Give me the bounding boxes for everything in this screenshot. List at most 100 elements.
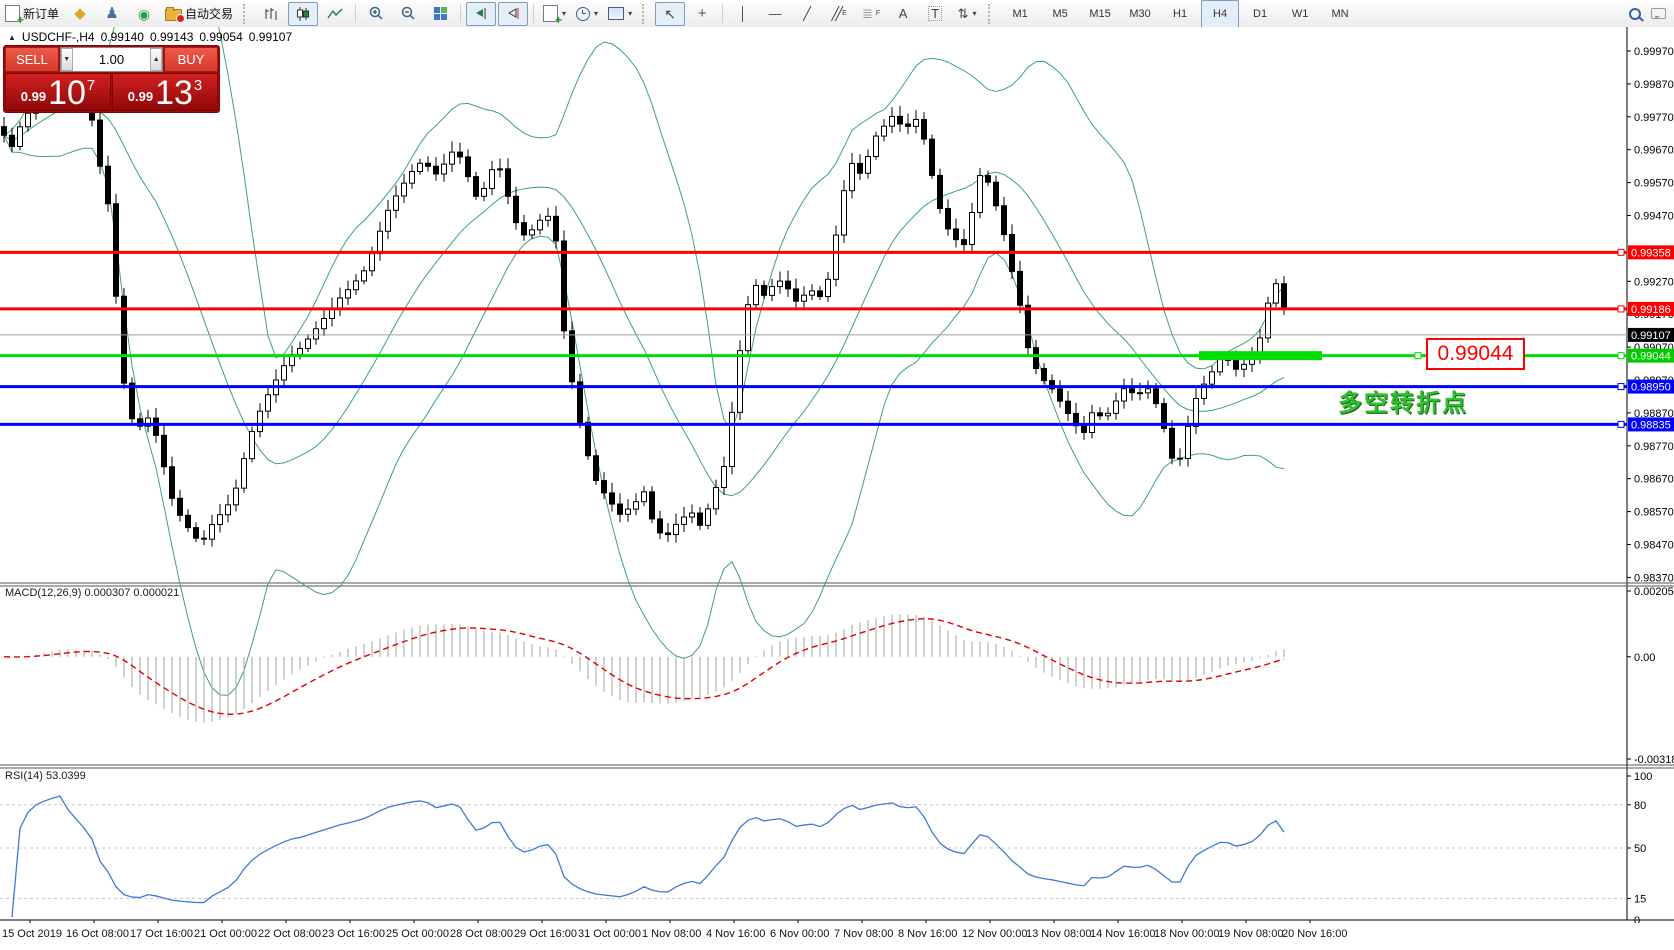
text-button[interactable]: A — [888, 2, 918, 26]
metaeditor-button[interactable]: ◆ — [65, 2, 95, 26]
bar-chart-button[interactable] — [256, 2, 286, 26]
collapse-panel-icon[interactable]: ▲ — [8, 33, 16, 42]
time-label: 4 Nov 16:00 — [706, 928, 765, 940]
macd-label: MACD(12,26,9) 0.000307 0.000021 — [5, 587, 179, 599]
timeframe-m5-button[interactable]: M5 — [1041, 0, 1079, 28]
template-icon — [608, 7, 624, 20]
time-axis: 15 Oct 201916 Oct 08:0017 Oct 16:0021 Oc… — [0, 926, 1674, 944]
new-chart-icon: + — [543, 5, 558, 22]
horizontal-line-button[interactable]: — — [760, 2, 790, 26]
templates-button[interactable]: ▾ — [604, 2, 636, 26]
symbol-label: USDCHF-,H4 — [22, 30, 95, 44]
autotrading-button[interactable]: 自动交易 — [161, 2, 237, 26]
auto-scroll-button[interactable] — [466, 2, 496, 26]
rsi-axis-tick: 80 — [1634, 800, 1646, 812]
ohlc-close: 0.99107 — [249, 30, 292, 44]
volume-up-button[interactable]: ▲ — [150, 48, 162, 71]
volume-input[interactable] — [73, 48, 151, 71]
sell-price-base: 0.99 — [21, 89, 46, 104]
rsi-axis-tick: 0 — [1634, 915, 1640, 923]
chart-shift-button[interactable] — [498, 2, 528, 26]
timeframe-m1-button[interactable]: M1 — [1001, 0, 1039, 28]
price-axis-tag: 0.99358 — [1631, 247, 1671, 259]
trendline-icon: ╱ — [803, 7, 811, 20]
line-chart-icon — [327, 7, 343, 21]
price-axis-tick: 0.98570 — [1634, 507, 1674, 519]
fibonacci-icon: ≣ — [862, 7, 873, 20]
chart-plot[interactable]: 0.999700.998700.997700.996700.995700.994… — [0, 27, 1674, 923]
periods-button[interactable]: ▾ — [572, 2, 602, 26]
time-label: 20 Nov 16:00 — [1282, 928, 1347, 940]
time-label: 6 Nov 00:00 — [770, 928, 829, 940]
diamond-icon: ◆ — [74, 6, 86, 21]
time-label: 31 Oct 00:00 — [578, 928, 641, 940]
line-chart-button[interactable] — [320, 2, 350, 26]
zoom-in-icon — [368, 6, 385, 21]
toolbar-separator — [722, 4, 723, 23]
timeframe-m15-button[interactable]: M15 — [1081, 0, 1119, 28]
search-icon[interactable] — [1629, 8, 1641, 20]
text-label-button[interactable]: T — [920, 2, 950, 26]
time-label: 17 Oct 16:00 — [130, 928, 193, 940]
timeframe-m30-button[interactable]: M30 — [1121, 0, 1159, 28]
candlestick-chart-button[interactable] — [288, 2, 318, 26]
fibonacci-button[interactable]: ≣F — [856, 2, 886, 26]
rsi-axis-tick: 15 — [1634, 893, 1646, 905]
price-axis-tag: 0.98835 — [1631, 419, 1671, 431]
candlestick-icon — [295, 7, 311, 21]
time-label: 22 Oct 08:00 — [258, 928, 321, 940]
price-annotation-box[interactable]: 0.99044 — [1426, 338, 1525, 370]
buy-price-big: 13 — [155, 78, 193, 108]
trendline-button[interactable]: ╱ — [792, 2, 822, 26]
timeframe-d1-button[interactable]: D1 — [1241, 0, 1279, 28]
channel-icon: ╱╱ — [831, 7, 839, 20]
timeframe-w1-button[interactable]: W1 — [1281, 0, 1319, 28]
time-label: 8 Nov 16:00 — [898, 928, 957, 940]
time-label: 13 Nov 08:00 — [1026, 928, 1091, 940]
time-label: 18 Nov 00:00 — [1154, 928, 1219, 940]
volume-down-button[interactable]: ▼ — [61, 48, 73, 71]
timeframe-h4-button[interactable]: H4 — [1201, 0, 1239, 28]
vertical-line-button[interactable]: │ — [728, 2, 758, 26]
buy-button[interactable]: BUY — [164, 47, 218, 72]
signals-button[interactable]: ◉ — [129, 2, 159, 26]
timeframe-h1-button[interactable]: H1 — [1161, 0, 1199, 28]
sell-button[interactable]: SELL — [5, 47, 59, 72]
clock-icon — [576, 7, 590, 21]
time-label: 28 Oct 08:00 — [450, 928, 513, 940]
chat-icon[interactable] — [1651, 8, 1666, 19]
arrows-button[interactable]: ⇅▾ — [952, 2, 982, 26]
buy-price-pip: 3 — [194, 77, 202, 94]
profiles-button[interactable]: ♟ — [97, 2, 127, 26]
zoom-in-button[interactable] — [361, 2, 391, 26]
toolbar-separator — [355, 4, 356, 23]
price-axis-tick: 0.98370 — [1634, 572, 1674, 584]
buy-price-base: 0.99 — [128, 89, 153, 104]
cursor-button[interactable]: ↖ — [655, 2, 685, 26]
time-label: 25 Oct 00:00 — [386, 928, 449, 940]
time-label: 14 Nov 16:00 — [1090, 928, 1155, 940]
zoom-out-button[interactable] — [393, 2, 423, 26]
timeframe-mn-button[interactable]: MN — [1321, 0, 1359, 28]
new-chart-button[interactable]: +▾ — [539, 2, 570, 26]
vertical-line-icon: │ — [739, 7, 747, 20]
new-order-button[interactable]: + 新订单 — [1, 2, 63, 26]
new-order-label: 新订单 — [23, 5, 59, 22]
sell-price[interactable]: 0.99 10 7 — [5, 73, 111, 111]
turning-point-note[interactable]: 多空转折点 — [1338, 383, 1468, 418]
time-label: 15 Oct 2019 — [2, 928, 62, 940]
chart-shift-icon — [506, 7, 521, 20]
tile-windows-button[interactable] — [425, 2, 455, 26]
volume-stepper: ▼ ▲ — [60, 47, 163, 72]
price-axis-tick: 0.98770 — [1634, 441, 1674, 453]
rsi-label: RSI(14) 53.0399 — [5, 770, 86, 782]
crosshair-button[interactable]: + — [687, 2, 717, 26]
time-label: 19 Nov 08:00 — [1218, 928, 1283, 940]
channel-button[interactable]: ╱╱E — [824, 2, 854, 26]
price-axis-tick: 0.99970 — [1634, 46, 1674, 58]
toolbar-grip — [988, 4, 997, 24]
toolbar: + 新订单 ◆ ♟ ◉ 自动交易 — [0, 0, 1674, 28]
autotrading-icon — [165, 9, 182, 21]
macd-axis-tick: 0.00 — [1634, 652, 1655, 664]
buy-price[interactable]: 0.99 13 3 — [112, 73, 218, 111]
